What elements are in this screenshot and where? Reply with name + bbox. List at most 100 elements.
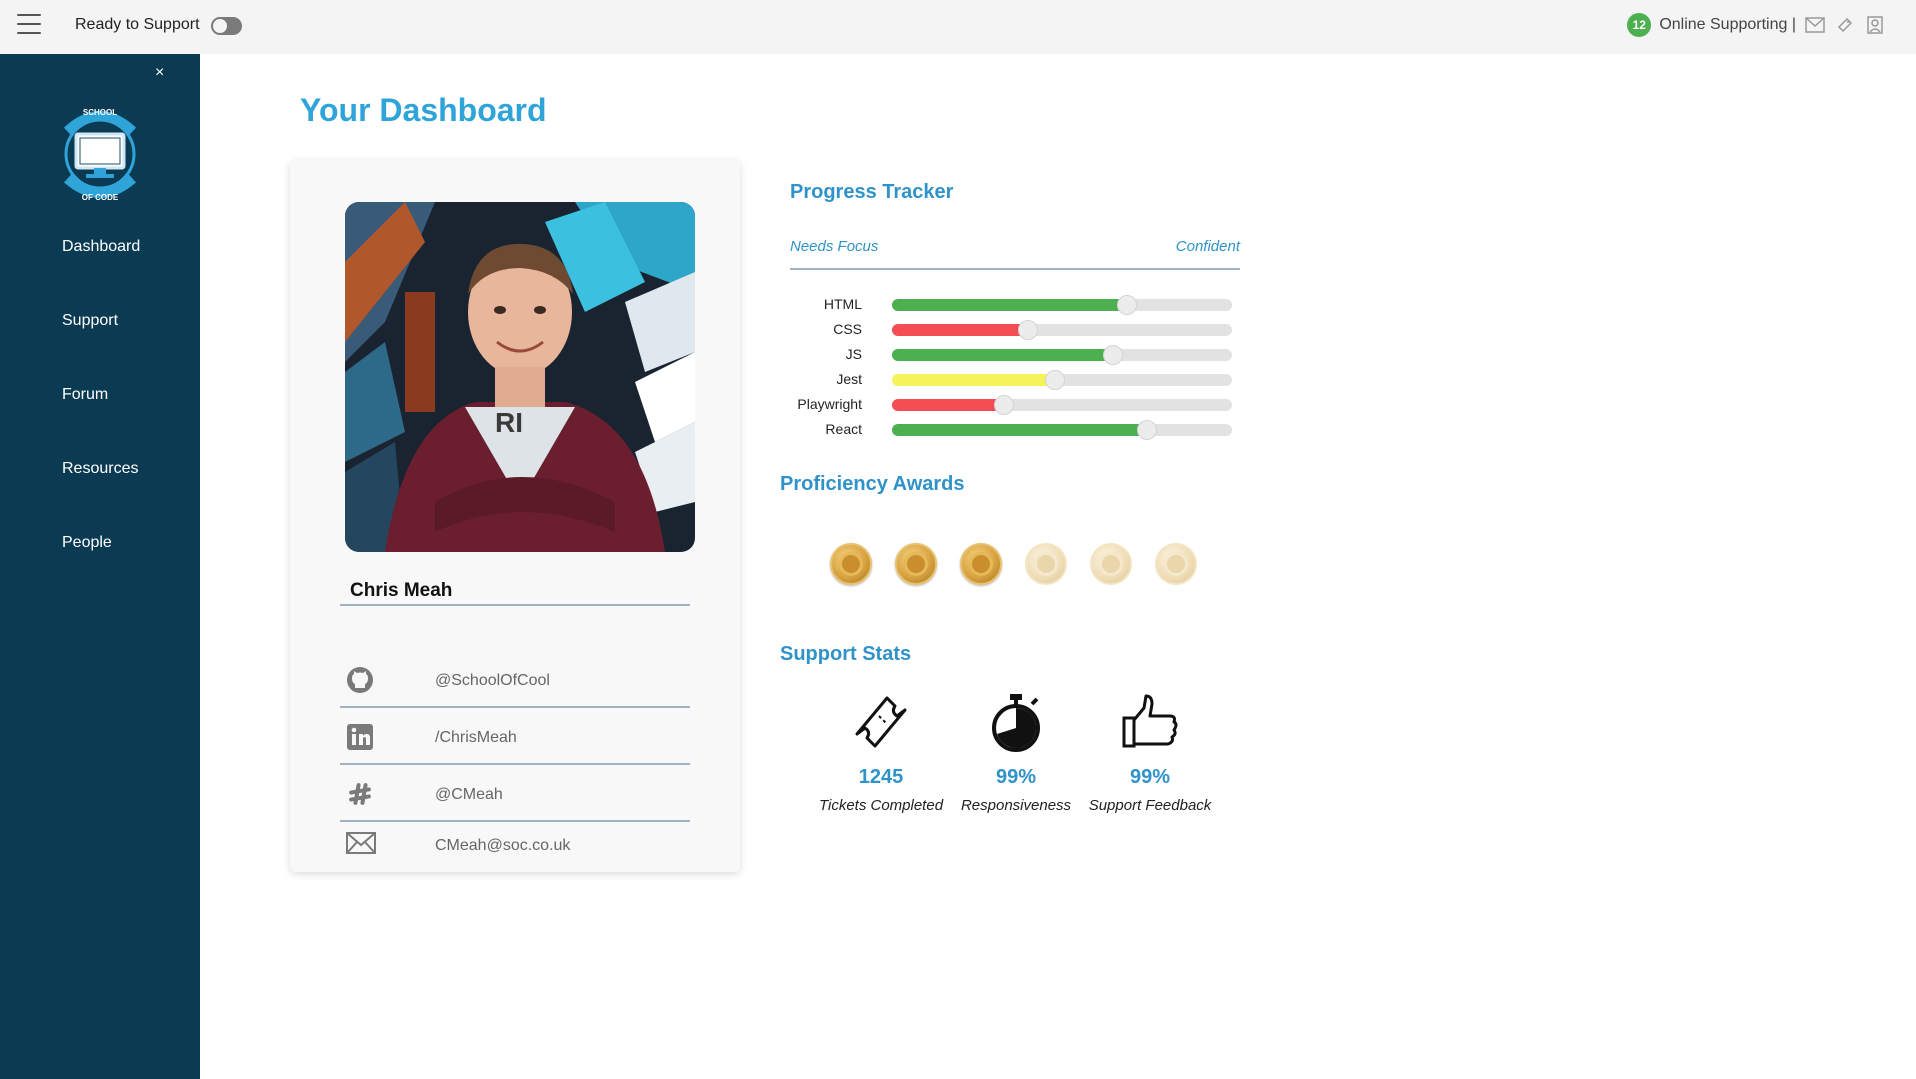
medals-row: [830, 543, 1197, 585]
support-feedback-label: Support Feedback: [1088, 797, 1212, 814]
skill-row-html: HTML: [780, 294, 1240, 315]
skill-label: Jest: [836, 371, 862, 387]
sidebar-item-people[interactable]: People: [62, 534, 112, 552]
skill-slider-fill: [892, 324, 1028, 336]
skill-slider-thumb[interactable]: [1045, 370, 1066, 390]
skill-row-playwright: Playwright: [780, 394, 1240, 415]
name-divider: [340, 604, 690, 606]
medal-locked-icon: [1090, 543, 1132, 585]
medal-center: [839, 552, 863, 576]
stat-responsiveness: 99% Responsiveness: [946, 690, 1086, 814]
svg-text:RI: RI: [495, 407, 523, 438]
contact-slack[interactable]: @CMeah: [340, 766, 690, 822]
contact-linkedin[interactable]: /ChrisMeah: [340, 709, 690, 765]
skill-label: React: [825, 421, 862, 437]
tickets-completed-value: 1245: [858, 766, 904, 788]
close-sidebar-icon[interactable]: ×: [155, 64, 164, 82]
profile-card: RI Chris Meah @SchoolOfCool /ChrisMeah @…: [290, 160, 740, 872]
medal-earned-icon: [895, 543, 937, 585]
linkedin-handle: /ChrisMeah: [435, 729, 517, 746]
ticket-icon: [849, 690, 913, 754]
medal-center: [1034, 552, 1058, 576]
skill-slider-fill: [892, 299, 1127, 311]
github-handle: @SchoolOfCool: [435, 672, 550, 689]
skill-row-css: CSS: [780, 319, 1240, 340]
logo-text-top: SCHOOL: [83, 108, 117, 117]
medal-earned-icon: [960, 543, 1002, 585]
skill-label: JS: [845, 346, 862, 362]
medal-locked-icon: [1155, 543, 1197, 585]
ticket-icon[interactable]: [1834, 14, 1856, 36]
sidebar-item-resources[interactable]: Resources: [62, 460, 138, 478]
profile-name: Chris Meah: [350, 580, 453, 601]
mail-icon[interactable]: [1804, 14, 1826, 36]
medal-locked-icon: [1025, 543, 1067, 585]
ready-to-support-toggle[interactable]: [211, 17, 242, 35]
needs-focus-label: Needs Focus: [790, 238, 879, 255]
thumbs-up-icon: [1118, 690, 1182, 754]
skill-slider[interactable]: [892, 295, 1232, 315]
contact-divider: [340, 763, 690, 765]
skill-slider[interactable]: [892, 345, 1232, 365]
email-icon: [346, 831, 376, 859]
skill-row-js: JS: [780, 344, 1240, 365]
progress-scale: Needs Focus Confident: [790, 238, 1240, 255]
scale-divider: [790, 268, 1240, 270]
slack-icon: [346, 780, 374, 808]
support-stats-title: Support Stats: [780, 643, 912, 665]
contact-divider: [340, 706, 690, 708]
skill-slider[interactable]: [892, 395, 1232, 415]
medal-center: [1164, 552, 1188, 576]
hamburger-menu-icon[interactable]: [17, 14, 41, 36]
online-supporting-label: Online Supporting |: [1659, 16, 1796, 33]
sidebar: × SCHOOL OF CODE Dashboard Support Forum…: [0, 54, 200, 1079]
skill-slider[interactable]: [892, 370, 1232, 390]
skill-slider[interactable]: [892, 420, 1232, 440]
medal-center: [969, 552, 993, 576]
contact-github[interactable]: @SchoolOfCool: [340, 652, 690, 708]
sidebar-item-support[interactable]: Support: [62, 312, 118, 330]
ready-to-support-label: Ready to Support: [75, 16, 200, 33]
sidebar-item-forum[interactable]: Forum: [62, 386, 108, 404]
stopwatch-icon: [984, 690, 1048, 754]
toggle-knob: [213, 19, 227, 33]
tickets-completed-label: Tickets Completed: [818, 797, 944, 814]
medal-earned-icon: [830, 543, 872, 585]
skill-slider-thumb[interactable]: [994, 395, 1015, 415]
skill-slider-thumb[interactable]: [1018, 320, 1038, 340]
contact-email[interactable]: CMeah@soc.co.uk: [340, 817, 690, 873]
sidebar-item-dashboard[interactable]: Dashboard: [62, 238, 140, 256]
github-icon: [346, 666, 374, 694]
skill-slider-fill: [892, 374, 1056, 386]
skill-slider-fill: [892, 349, 1113, 361]
stat-support-feedback: 99% Support Feedback: [1080, 690, 1220, 814]
profile-photo: RI: [345, 202, 695, 552]
progress-tracker-title: Progress Tracker: [790, 181, 954, 203]
skill-slider-thumb[interactable]: [1116, 295, 1137, 315]
skill-slider-fill: [892, 424, 1147, 436]
responsiveness-label: Responsiveness: [960, 797, 1072, 814]
proficiency-awards-title: Proficiency Awards: [780, 473, 965, 495]
confident-label: Confident: [1175, 238, 1240, 255]
skill-slider-fill: [892, 399, 1005, 411]
skill-slider-thumb[interactable]: [1137, 420, 1157, 440]
online-count-badge: 12: [1627, 13, 1652, 37]
responsiveness-value: 99%: [995, 766, 1037, 788]
skill-label: HTML: [823, 296, 862, 312]
medal-center: [904, 552, 928, 576]
skill-row-react: React: [780, 419, 1240, 440]
school-of-code-logo: SCHOOL OF CODE: [60, 102, 140, 206]
skill-row-jest: Jest: [780, 369, 1240, 390]
slack-handle: @CMeah: [435, 786, 503, 803]
page-title: Your Dashboard: [300, 92, 547, 128]
user-icon[interactable]: [1864, 14, 1886, 36]
online-status: 12 Online Supporting |: [1627, 13, 1886, 37]
email-address: CMeah@soc.co.uk: [435, 837, 571, 854]
skill-label: Playwright: [797, 396, 862, 412]
support-feedback-value: 99%: [1129, 766, 1171, 788]
skill-slider-thumb[interactable]: [1103, 345, 1123, 365]
skill-slider[interactable]: [892, 320, 1232, 340]
logo-text-bottom: OF CODE: [82, 193, 119, 202]
top-bar: Ready to Support 12 Online Supporting |: [0, 0, 1916, 54]
skill-label: CSS: [833, 321, 862, 337]
